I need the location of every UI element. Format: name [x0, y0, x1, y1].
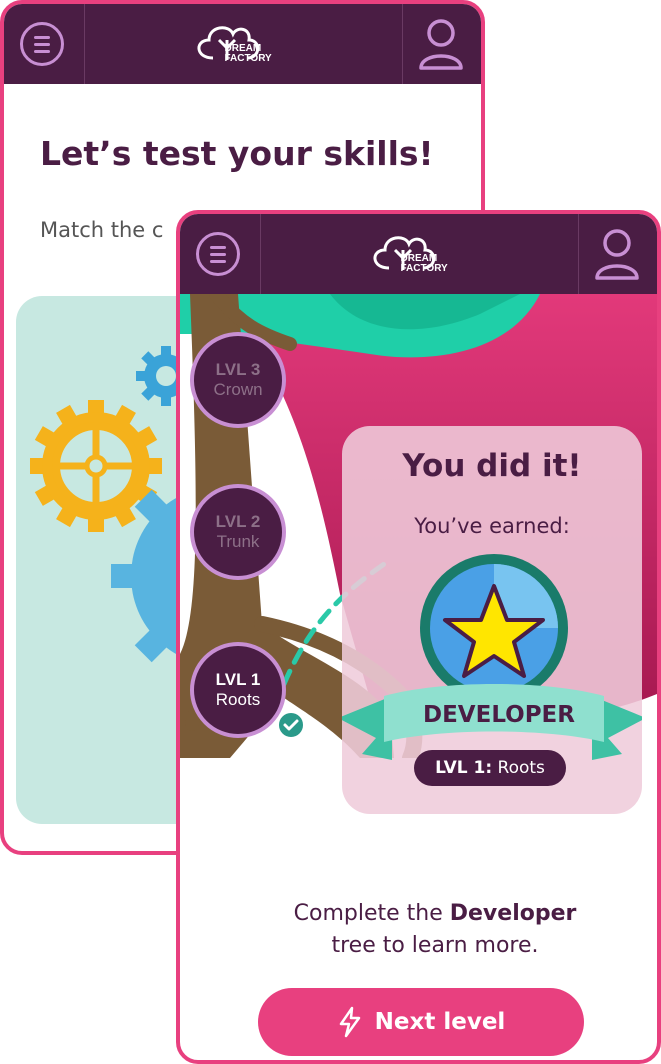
tree-scene: LVL 3 Crown LVL 2 Trunk LVL 1 Roots You … — [180, 287, 657, 814]
level-2-node[interactable]: LVL 2 Trunk — [190, 484, 286, 580]
earned-label: You’ve earned: — [414, 514, 570, 538]
badge-name: DEVELOPER — [423, 702, 575, 728]
hamburger-menu-icon[interactable] — [196, 232, 240, 276]
dream-factory-logo[interactable]: DREAM FACTORY — [359, 224, 479, 286]
completion-message: Complete the Developer tree to learn mor… — [293, 901, 577, 958]
success-title: You did it! — [402, 448, 582, 484]
badge-level-pill: LVL 1: Roots — [414, 750, 566, 786]
top-bar: DREAM FACTORY — [4, 4, 481, 84]
top-bar: DREAM FACTORY — [180, 214, 657, 294]
achievement-card: You did it! You’ve earned: DEVELOPER LVL… — [342, 426, 642, 814]
checkmark-icon — [276, 710, 306, 740]
user-profile-icon[interactable] — [593, 228, 641, 280]
instruction-text: Match the c — [40, 218, 164, 242]
next-level-button[interactable]: Next level — [258, 988, 584, 1056]
level-3-node[interactable]: LVL 3 Crown — [190, 332, 286, 428]
hamburger-menu-icon[interactable] — [20, 22, 64, 66]
page-title: Let’s test your skills! — [40, 134, 434, 173]
front-screen: DREAM FACTORY LVL 3 Crown LVL 2 Trunk LV… — [176, 210, 661, 1064]
user-profile-icon[interactable] — [417, 18, 465, 70]
dream-factory-logo[interactable]: DREAM FACTORY — [183, 14, 303, 76]
level-1-node[interactable]: LVL 1 Roots — [190, 642, 306, 740]
lightning-icon — [339, 1006, 360, 1038]
